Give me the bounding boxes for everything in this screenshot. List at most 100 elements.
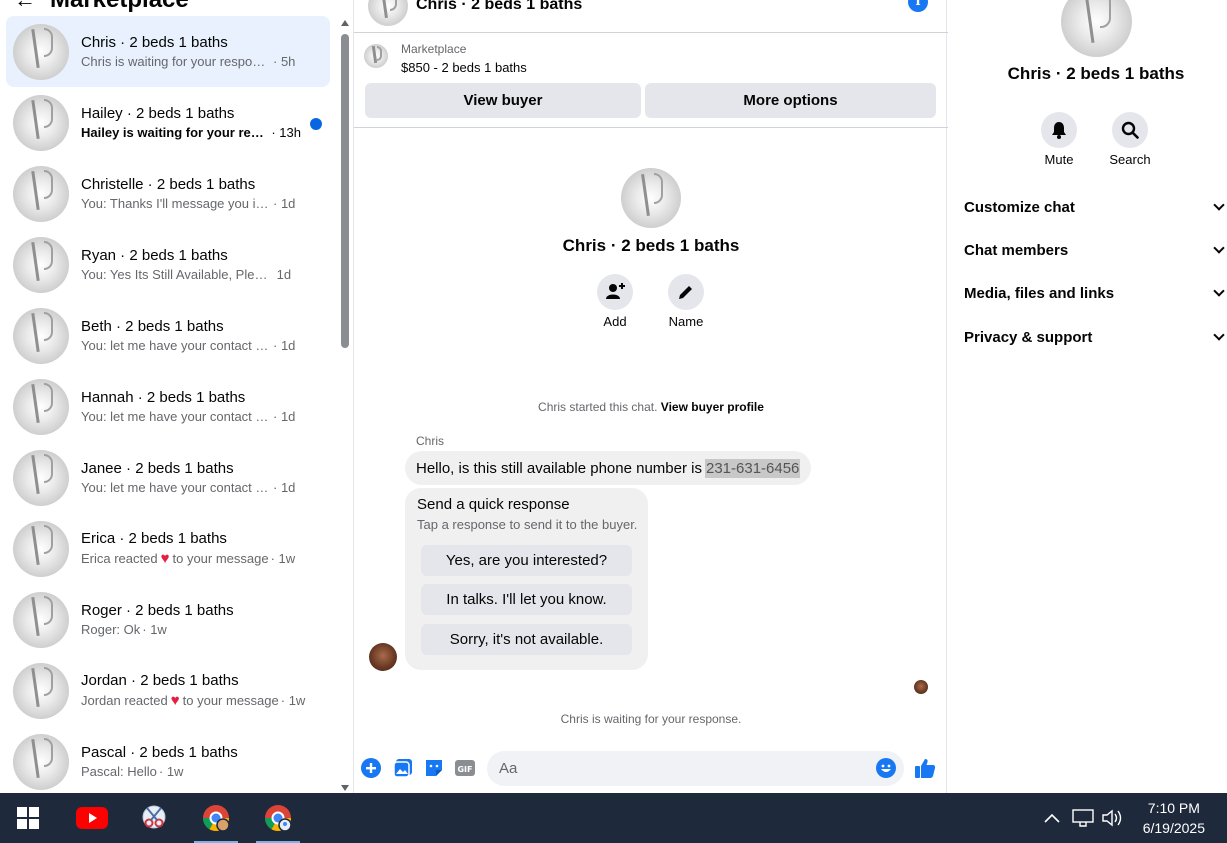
conversation-snippet: Pascal: Hello [81, 764, 157, 779]
sidebar-header: ← Marketplace [0, 0, 189, 14]
network-icon[interactable] [1072, 793, 1094, 843]
sidebar-scrollbar[interactable] [338, 16, 352, 793]
section-chat-members[interactable]: Chat members [964, 235, 1227, 265]
heart-icon: ♥ [170, 692, 180, 709]
conversation-item[interactable]: Chris · 2 beds 1 baths Chris is waiting … [6, 16, 330, 87]
details-name: Chris · 2 beds 1 baths [1007, 64, 1185, 83]
emoji-icon[interactable] [876, 758, 896, 778]
conversation-item[interactable]: Hailey · 2 beds 1 baths Hailey is waitin… [6, 87, 330, 158]
conversation-name: Chris · 2 beds 1 baths [81, 34, 228, 51]
conversation-name: Janee · 2 beds 1 baths [81, 460, 234, 477]
message-input[interactable] [499, 751, 859, 786]
chevron-down-icon [1213, 285, 1225, 297]
plus-circle-icon[interactable] [360, 757, 382, 779]
listing-thumbnail [364, 44, 388, 68]
conversation-name: Hannah · 2 beds 1 baths [81, 389, 246, 406]
section-customize-chat[interactable]: Customize chat [964, 192, 1227, 222]
avatar [13, 23, 69, 80]
scrollbar-thumb[interactable] [341, 34, 349, 348]
back-arrow-icon[interactable]: ← [14, 0, 36, 13]
conversation-list: Chris · 2 beds 1 baths Chris is waiting … [6, 16, 330, 793]
quick-reply-button[interactable]: In talks. I'll let you know. [421, 584, 632, 615]
thumbs-up-icon[interactable] [914, 757, 936, 779]
conversation-name: Erica · 2 beds 1 baths [81, 530, 227, 547]
section-privacy-support[interactable]: Privacy & support [964, 322, 1227, 352]
heart-icon: ♥ [160, 550, 170, 567]
search-button[interactable] [1112, 112, 1148, 148]
conversation-name: Beth · 2 beds 1 baths [81, 318, 224, 335]
message-composer [487, 751, 904, 786]
avatar [13, 591, 69, 648]
volume-icon[interactable] [1100, 793, 1124, 843]
scroll-up-arrow-icon[interactable] [341, 20, 349, 26]
conversation-time: · 1w [158, 764, 184, 779]
show-hidden-icons-chevron-icon[interactable] [1042, 793, 1062, 843]
quick-reply-button[interactable]: Sorry, it's not available. [421, 624, 632, 655]
conversation-item[interactable]: Janee · 2 beds 1 baths You: let me have … [6, 442, 330, 513]
listing-price: $850 - 2 beds 1 baths [401, 60, 527, 75]
conversation-time: · 1d [273, 409, 296, 424]
mute-button[interactable] [1041, 112, 1077, 148]
sticker-icon[interactable] [423, 757, 445, 779]
section-media-files-links[interactable]: Media, files and links [964, 278, 1227, 308]
section-label: Privacy & support [964, 328, 1093, 346]
windows-start-icon[interactable] [4, 793, 52, 843]
add-person-button[interactable] [597, 274, 633, 310]
profile-avatar [1061, 0, 1132, 57]
gif-icon[interactable]: GIF [454, 757, 476, 779]
conversation-item[interactable]: Jordan · 2 beds 1 baths Jordan reacted ♥ t… [6, 655, 330, 726]
snipping-tool-icon[interactable] [130, 793, 178, 843]
avatar [13, 733, 69, 790]
chat-header: Chris · 2 beds 1 baths i [354, 0, 948, 33]
view-buyer-button[interactable]: View buyer [365, 83, 641, 118]
taskbar: 7:10 PM 6/19/2025 [0, 793, 1227, 843]
view-buyer-profile-link[interactable]: View buyer profile [661, 400, 764, 414]
name-label: Name [668, 314, 704, 329]
quick-response-title: Send a quick response [417, 496, 570, 513]
conversation-name: Pascal · 2 beds 1 baths [81, 744, 238, 761]
conversation-time: 1d [276, 267, 292, 282]
conversation-item[interactable]: Erica · 2 beds 1 baths Erica reacted ♥ to … [6, 513, 330, 584]
edit-name-button[interactable] [668, 274, 704, 310]
conversation-snippet: You: let me have your contact num... [81, 480, 271, 495]
mute-label: Mute [1044, 152, 1074, 167]
chat-header-name[interactable]: Chris · 2 beds 1 baths [416, 0, 582, 14]
conversation-item[interactable]: Pascal · 2 beds 1 baths Pascal: Hello · 1… [6, 726, 330, 793]
avatar [13, 378, 69, 435]
search-icon [1121, 121, 1139, 139]
system-clock[interactable]: 7:10 PM 6/19/2025 [1143, 798, 1205, 838]
avatar [13, 165, 69, 222]
waiting-notice: Chris is waiting for your response. [560, 712, 742, 726]
scroll-down-arrow-icon[interactable] [341, 785, 349, 791]
conversation-snippet: Erica reacted [81, 551, 158, 566]
youtube-icon[interactable] [68, 793, 116, 843]
chrome-icon[interactable] [254, 793, 302, 843]
phone-number[interactable]: 231-631-6456 [704, 458, 801, 478]
chevron-down-icon [1213, 199, 1225, 211]
conversation-snippet: You: Thanks I'll message you in a m... [81, 196, 271, 211]
conversation-time: · 1w [270, 551, 296, 566]
conversation-sidebar: ← Marketplace Chris · 2 beds 1 baths Chr… [0, 0, 352, 793]
conversation-time: · 5h [273, 54, 296, 69]
conversation-snippet-after: to your message [172, 551, 269, 566]
seen-indicator-avatar [914, 680, 928, 694]
conversation-time: · 1d [273, 480, 296, 495]
avatar [13, 449, 69, 506]
message-bubble: Hello, is this still available phone num… [405, 451, 812, 485]
quick-reply-button[interactable]: Yes, are you interested? [421, 545, 632, 576]
conversation-item[interactable]: Hannah · 2 beds 1 baths You: let me have… [6, 371, 330, 442]
more-options-button[interactable]: More options [645, 83, 936, 118]
pencil-icon [679, 286, 692, 299]
conversation-item[interactable]: Beth · 2 beds 1 baths You: let me have y… [6, 300, 330, 371]
listing-label: Marketplace [401, 42, 467, 56]
details-panel: Chris · 2 beds 1 baths Mute Search Custo… [948, 0, 1227, 793]
photo-icon[interactable] [392, 757, 414, 779]
avatar[interactable] [368, 0, 408, 26]
chrome-profile-icon[interactable] [192, 793, 240, 843]
info-icon[interactable]: i [908, 0, 928, 12]
add-person-icon [606, 283, 625, 299]
conversation-item[interactable]: Roger · 2 beds 1 baths Roger: Ok · 1w [6, 584, 330, 655]
conversation-item[interactable]: Ryan · 2 beds 1 baths You: Yes Its Still… [6, 229, 330, 300]
conversation-item[interactable]: Christelle · 2 beds 1 baths You: Thanks … [6, 158, 330, 229]
message-text: Hello, is this still available phone num… [416, 459, 702, 477]
